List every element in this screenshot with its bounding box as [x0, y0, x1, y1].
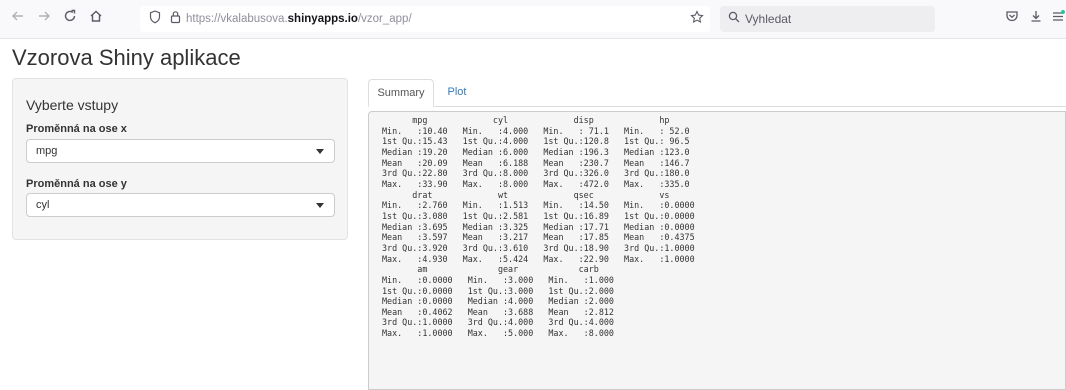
- summary-output: mpg cyl disp hp Min. :10.40 Min. :4.000 …: [368, 111, 1066, 390]
- summary-text: mpg cyl disp hp Min. :10.40 Min. :4.000 …: [382, 115, 695, 339]
- search-placeholder: Vyhledat: [745, 12, 792, 26]
- chevron-down-icon: [316, 203, 324, 208]
- back-arrow-icon[interactable]: [8, 9, 28, 29]
- reload-icon[interactable]: [60, 9, 80, 29]
- download-icon[interactable]: [1026, 9, 1046, 29]
- pocket-icon[interactable]: [1002, 9, 1022, 29]
- url-text: https://vkalabusova.shinyapps.io/vzor_ap…: [186, 13, 412, 25]
- tab-bar: Summary Plot: [368, 79, 1066, 107]
- chevron-down-icon: [316, 149, 324, 154]
- search-icon: [728, 9, 742, 29]
- y-axis-label: Proměnná na ose y: [26, 178, 127, 190]
- x-axis-select-value: mpg: [36, 145, 58, 157]
- tab-summary[interactable]: Summary: [368, 79, 434, 107]
- sidebar-heading: Vyberte vstupy: [26, 97, 119, 113]
- url-bar[interactable]: https://vkalabusova.shinyapps.io/vzor_ap…: [140, 6, 710, 32]
- y-axis-select-value: cyl: [36, 199, 50, 211]
- shield-icon[interactable]: [146, 9, 164, 29]
- sidebar-panel: Vyberte vstupy Proměnná na ose x mpg Pro…: [12, 78, 348, 240]
- browser-toolbar: https://vkalabusova.shinyapps.io/vzor_ap…: [0, 0, 1066, 39]
- url-domain: shinyapps.io: [287, 13, 358, 25]
- y-axis-select[interactable]: cyl: [26, 193, 335, 217]
- page-title: Vzorova Shiny aplikace: [12, 45, 241, 70]
- menu-icon[interactable]: [1048, 9, 1066, 29]
- url-path: /vzor_app/: [357, 13, 412, 25]
- tab-plot[interactable]: Plot: [437, 79, 477, 106]
- x-axis-select[interactable]: mpg: [26, 139, 335, 163]
- star-bookmark-icon[interactable]: [688, 9, 706, 29]
- home-icon[interactable]: [86, 9, 106, 29]
- x-axis-label: Proměnná na ose x: [26, 123, 127, 135]
- forward-arrow-icon[interactable]: [34, 9, 54, 29]
- search-bar[interactable]: Vyhledat: [720, 6, 935, 32]
- lock-icon[interactable]: [166, 9, 184, 29]
